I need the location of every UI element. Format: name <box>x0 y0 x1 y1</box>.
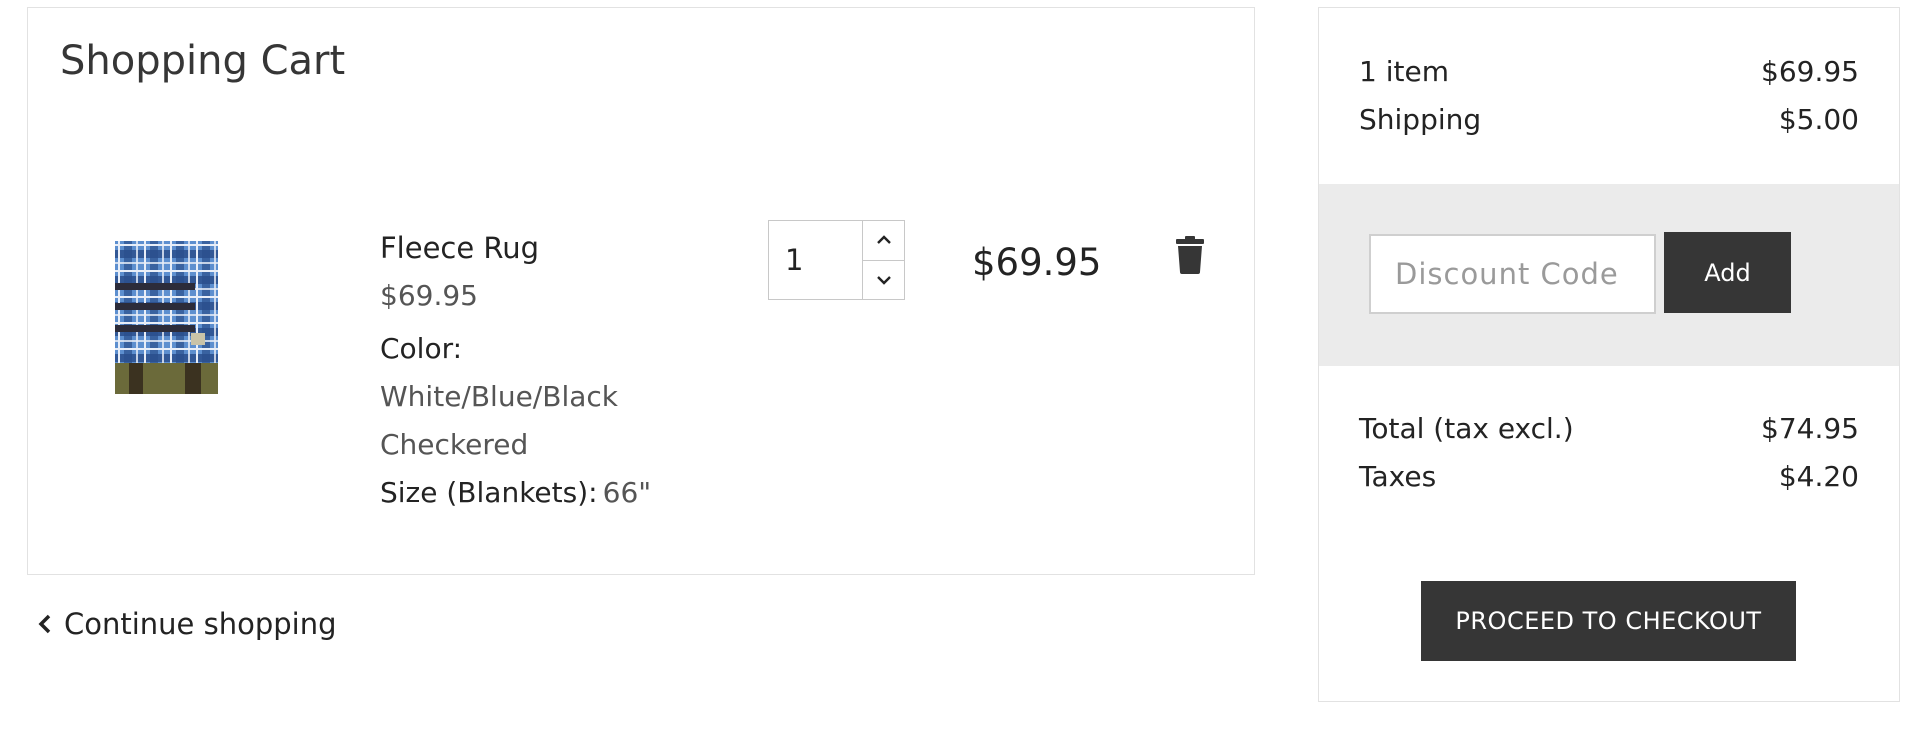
chevron-down-icon <box>876 275 891 285</box>
size-label: Size (Blankets): <box>380 476 598 509</box>
continue-shopping-label: Continue shopping <box>64 607 337 641</box>
chevron-up-icon <box>876 235 891 245</box>
color-value: White/Blue/Black <box>380 380 618 413</box>
total-value: $74.95 <box>1761 412 1859 445</box>
trash-icon <box>1176 236 1204 274</box>
color-label: Color: <box>380 332 463 365</box>
size-value: 66" <box>602 476 652 509</box>
taxes-label: Taxes <box>1359 460 1437 493</box>
items-subtotal-value: $69.95 <box>1761 55 1859 88</box>
quantity-buttons <box>863 221 904 299</box>
items-count-label: 1 item <box>1359 55 1449 88</box>
product-unit-price: $69.95 <box>380 279 478 312</box>
remove-item-button[interactable] <box>1176 236 1204 274</box>
add-discount-button[interactable]: Add <box>1664 232 1791 313</box>
total-row: Total (tax excl.) $74.95 <box>1359 412 1859 445</box>
quantity-input[interactable] <box>769 221 863 299</box>
product-name[interactable]: Fleece Rug <box>380 231 539 265</box>
shipping-value: $5.00 <box>1778 103 1859 136</box>
items-subtotal-row: 1 item $69.95 <box>1359 55 1859 88</box>
continue-shopping-link[interactable]: Continue shopping <box>38 607 337 641</box>
proceed-to-checkout-button[interactable]: PROCEED TO CHECKOUT <box>1421 581 1796 661</box>
quantity-stepper <box>768 220 905 300</box>
discount-code-input[interactable] <box>1369 234 1656 314</box>
order-summary-panel: 1 item $69.95 Shipping $5.00 Add Total (… <box>1318 7 1900 702</box>
page-title: Shopping Cart <box>60 38 346 84</box>
color-value-continued: Checkered <box>380 428 529 461</box>
shipping-row: Shipping $5.00 <box>1359 103 1859 136</box>
shipping-label: Shipping <box>1359 103 1482 136</box>
cart-panel: Shopping Cart Fleece Rug $69.95 Color: W… <box>27 7 1255 575</box>
product-image[interactable] <box>115 241 218 394</box>
discount-section: Add <box>1319 184 1899 366</box>
line-total-price: $69.95 <box>972 241 1102 284</box>
taxes-value: $4.20 <box>1778 460 1859 493</box>
chevron-left-icon <box>38 613 52 635</box>
taxes-row: Taxes $4.20 <box>1359 460 1859 493</box>
size-attribute: Size (Blankets): 66" <box>380 476 651 509</box>
quantity-increase-button[interactable] <box>863 221 904 261</box>
total-label: Total (tax excl.) <box>1359 412 1574 445</box>
quantity-decrease-button[interactable] <box>863 261 904 300</box>
page: Shopping Cart Fleece Rug $69.95 Color: W… <box>0 0 1920 739</box>
